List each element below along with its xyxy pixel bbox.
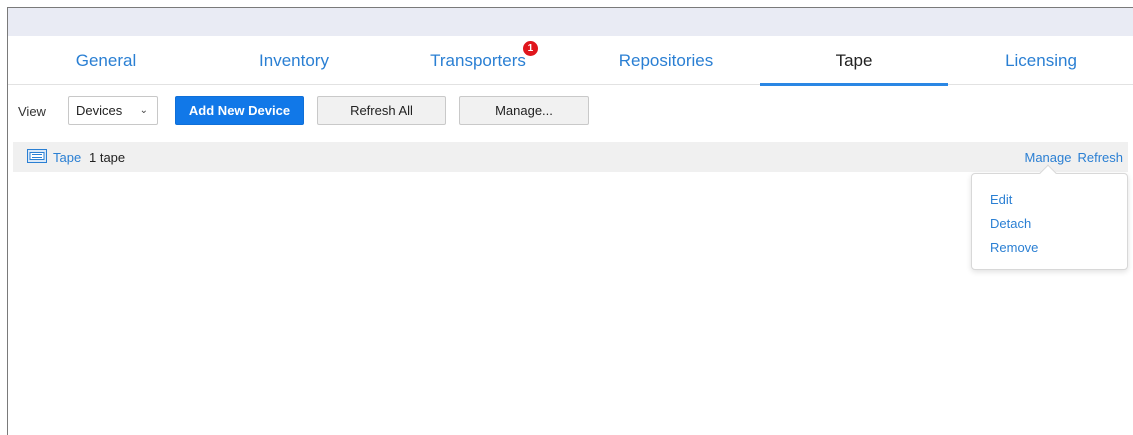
menu-item-detach[interactable]: Detach bbox=[990, 216, 1031, 231]
notification-badge: 1 bbox=[522, 40, 538, 56]
tab-label: Licensing bbox=[1005, 50, 1077, 70]
main-tabs: General Inventory Transporters 1 Reposit… bbox=[8, 36, 1133, 86]
add-new-device-button[interactable]: Add New Device bbox=[175, 96, 304, 125]
tab-label: Inventory bbox=[259, 50, 329, 70]
tab-repositories[interactable]: Repositories bbox=[572, 36, 760, 85]
tab-label: Repositories bbox=[618, 50, 714, 70]
view-select-value: Devices bbox=[76, 103, 123, 118]
tab-inventory[interactable]: Inventory bbox=[204, 36, 384, 85]
tab-general[interactable]: General bbox=[8, 36, 204, 85]
refresh-all-button[interactable]: Refresh All bbox=[317, 96, 446, 125]
toolbar: View Devices ⌄ Add New Device Refresh Al… bbox=[8, 96, 1133, 126]
chevron-down-icon: ⌄ bbox=[139, 105, 148, 116]
app-frame: General Inventory Transporters 1 Reposit… bbox=[7, 7, 1133, 435]
view-label: View bbox=[18, 104, 46, 119]
tape-device-link[interactable]: Tape bbox=[53, 150, 81, 165]
tab-label: Tape bbox=[835, 50, 873, 70]
manage-dropdown-menu: Edit Detach Remove bbox=[971, 164, 1128, 270]
tab-label-text: Transporters bbox=[430, 50, 526, 70]
tab-licensing[interactable]: Licensing bbox=[948, 36, 1133, 85]
tab-label: Transporters 1 bbox=[430, 40, 538, 71]
refresh-link[interactable]: Refresh bbox=[1077, 150, 1123, 165]
view-select[interactable]: Devices ⌄ bbox=[68, 96, 158, 125]
tab-label: General bbox=[75, 50, 137, 70]
tab-transporters[interactable]: Transporters 1 bbox=[384, 36, 572, 85]
device-row: Tape 1 tape Manage Refresh bbox=[13, 142, 1128, 172]
menu-item-remove[interactable]: Remove bbox=[990, 240, 1038, 255]
tape-drive-icon bbox=[27, 149, 47, 163]
menu-item-edit[interactable]: Edit bbox=[990, 192, 1012, 207]
manage-link[interactable]: Manage bbox=[1024, 150, 1071, 165]
top-bar bbox=[8, 8, 1133, 36]
tape-count: 1 tape bbox=[89, 150, 126, 165]
row-actions: Manage Refresh bbox=[1024, 150, 1123, 165]
manage-button[interactable]: Manage... bbox=[459, 96, 589, 125]
tab-tape[interactable]: Tape bbox=[760, 36, 948, 86]
